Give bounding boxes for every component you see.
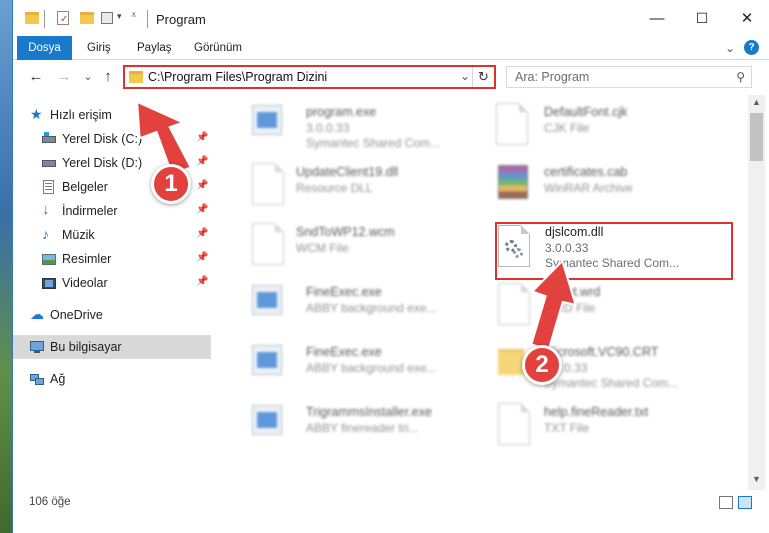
arrow-2-shape [530, 259, 578, 352]
annotation-arrows [135, 100, 578, 352]
step-1-badge: 1 [151, 164, 191, 204]
step-2-badge: 2 [522, 345, 562, 385]
